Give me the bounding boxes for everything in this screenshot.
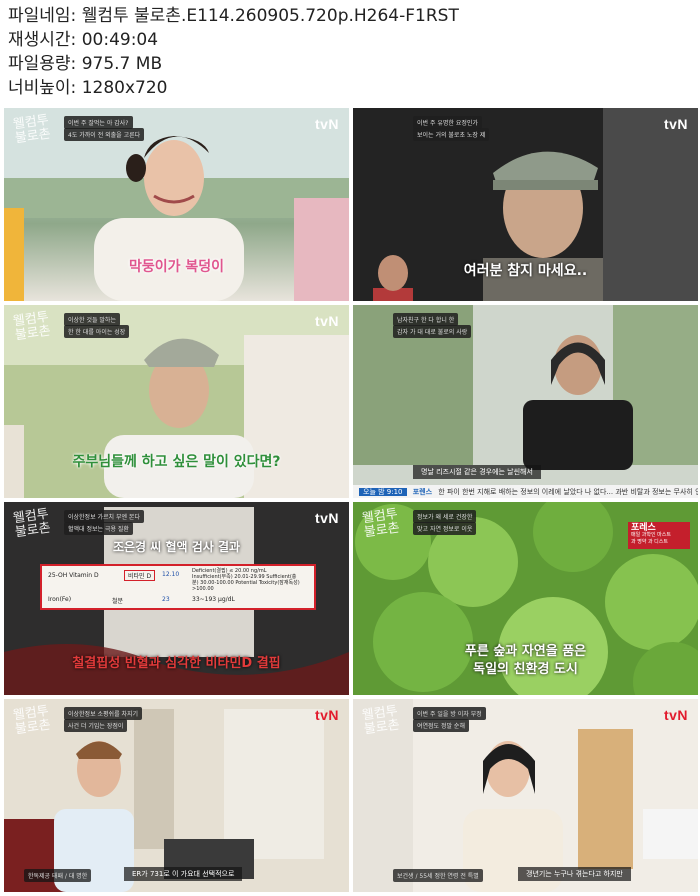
vitamin-row: 25-OH Vitamin D <box>48 572 99 579</box>
channel-logo: tvN <box>663 116 688 132</box>
thumbnail-7[interactable]: 웰컴투 불로촌 이상한정보 소평쉬를 차지기 사건 더 기입는 장점이 tvN 한… <box>4 699 349 892</box>
iron-tag: 철분 <box>112 598 124 605</box>
subtitle: 막둥이가 복덩이 <box>128 259 225 275</box>
duration-row: 재생시간: 00:49:04 <box>8 28 459 52</box>
file-name-row: 파일네임: 웰컴투 불로촌.E114.260905.720p.H264-F1RS… <box>8 4 459 28</box>
show-logo: 웰컴투 불로촌 <box>361 506 401 541</box>
show-logo: 웰컴투 불로촌 <box>12 112 52 147</box>
thumbnail-6[interactable]: 웰컴투 불로촌 정보가 왜 세로 건장한 맞고 자연 정보로 이웃 포레스 매일 … <box>353 502 698 695</box>
show-logo: 웰컴투 불로촌 <box>12 506 52 541</box>
channel-logo: tvN <box>314 510 339 526</box>
subtitle: 여러분 참지 마세요.. <box>463 263 588 279</box>
file-info: 파일네임: 웰컴투 불로촌.E114.260905.720p.H264-F1RS… <box>8 4 459 100</box>
iron-row: Iron(Fe) <box>48 596 72 603</box>
subtitle-line-2: 독일의 친환경 도시 <box>473 662 578 677</box>
vitamin-value: 12.10 <box>162 571 180 578</box>
info-chip-2: 보이는 거의 불로초 노장 제 <box>413 128 490 141</box>
channel-logo: tvN <box>314 116 339 132</box>
info-chip-2: 혈액대 정보는 극용 질환 <box>64 522 133 535</box>
speaker-tag: 한독제공 태패 / 대 명한 <box>24 869 92 882</box>
lab-result-panel: 25-OH Vitamin D 비타민 D 12.10 Deficient(결핍… <box>40 564 316 610</box>
info-chip-2: 한 한 대를 아이는 성장 <box>64 325 130 338</box>
iron-value: 23 <box>162 596 170 603</box>
info-chip-2: 여연점도 정말 순해 <box>413 719 469 732</box>
subtitle-line-1: 푸른 숲과 자연을 품은 <box>464 644 587 659</box>
ticker-brand: 포렌스 <box>412 488 433 496</box>
duration-value: 00:49:04 <box>81 30 159 50</box>
file-size-label: 파일용량: <box>8 54 77 74</box>
subtitle: 철결핍성 빈혈과 심각한 비타민D 결핍 <box>72 656 281 671</box>
duration-label: 재생시간: <box>8 30 77 50</box>
caption: ER가 731로 이 가요대 선택적으로 <box>124 867 243 881</box>
show-logo: 웰컴투 불로촌 <box>12 703 52 738</box>
ticker-label: 오늘 밤 9:10 <box>359 488 407 496</box>
badge-title: 포레스 <box>631 523 656 533</box>
resolution-value: 1280x720 <box>81 78 168 98</box>
info-chip-2: 맞고 자연 정보로 이웃 <box>413 522 477 535</box>
resolution-row: 너비높이: 1280x720 <box>8 76 459 100</box>
caption: 갱년기는 누구나 겪는다고 하지만 <box>518 867 631 881</box>
show-logo: 웰컴투 불로촌 <box>12 309 52 344</box>
resolution-label: 너비높이: <box>8 78 77 98</box>
news-ticker: 오늘 밤 9:10 포렌스 한 파이 한번 지해로 배하는 정보의 이레에 날았… <box>353 485 698 498</box>
channel-logo: tvN <box>314 707 339 723</box>
frame-8-illustration <box>353 699 698 892</box>
report-title: 조은경 씨 혈액 검사 결과 <box>112 540 241 554</box>
thumbnail-4[interactable]: 남자친구 한 다 합니 한 감자 가 대 대로 불로의 사랑 명날 리즈시절 같… <box>353 305 698 498</box>
speaker-tag: 보건생 / 55세 정한 연령 전 특별 <box>393 869 483 882</box>
thumbnail-3[interactable]: 웰컴투 불로촌 이상한 것들 말하는 한 한 대를 아이는 성장 tvN 주부님들… <box>4 305 349 498</box>
thumbnail-5[interactable]: 웰컴투 불로촌 이상한정보 가르치 부엔 본다 혈액대 정보는 극용 질환 tvN… <box>4 502 349 695</box>
thumbnail-2[interactable]: 이번 주 유명한 요정인가 보이는 거의 불로초 노장 제 tvN 여러분 참지… <box>353 108 698 301</box>
thumbnail-8[interactable]: 웰컴투 불로촌 이번 주 일을 방 이자 부정 여연점도 정말 순해 tvN 보건… <box>353 699 698 892</box>
ticker-text: 한 파이 한번 지해로 배하는 정보의 이레에 날았다 나 없다... 과반 비… <box>438 488 698 496</box>
badge-line-2: 과 명약 과 디스트 <box>631 539 668 545</box>
file-name-value: 웰컴투 불로촌.E114.260905.720p.H264-F1RST <box>81 6 459 26</box>
reference-note: Deficient(결핍) ≤ 20.00 ng/mL Insufficient… <box>192 568 300 592</box>
info-chip-2: 사건 더 기입는 장점이 <box>64 719 128 732</box>
iron-range: 33~193 μg/dL <box>192 596 235 603</box>
show-logo: 웰컴투 불로촌 <box>361 703 401 738</box>
file-name-label: 파일네임: <box>8 6 77 26</box>
frame-7-illustration <box>4 699 349 892</box>
channel-logo: tvN <box>663 707 688 723</box>
vitamin-label: 비타민 D <box>124 570 156 581</box>
info-chip-2: 감자 가 대 대로 불로의 사랑 <box>393 325 472 338</box>
info-chip-2: 4도 가까이 전 외출을 고른다 <box>64 128 145 141</box>
file-size-row: 파일용량: 975.7 MB <box>8 52 459 76</box>
subtitle: 주부님들께 하고 싶은 말이 있다면? <box>72 454 281 470</box>
file-size-value: 975.7 MB <box>81 54 163 74</box>
channel-logo: tvN <box>314 313 339 329</box>
badge-line-1: 매일 과학인 마스트 <box>631 532 671 538</box>
caption: 명날 리즈시절 같은 경우에는 날씬해서 <box>413 465 541 479</box>
sponsor-badge: 포레스 매일 과학인 마스트 과 명약 과 디스트 <box>628 522 690 549</box>
thumbnail-1[interactable]: 웰컴투 불로촌 이번 주 잘먹는 아 감사? 4도 가까이 전 외출을 고른다 t… <box>4 108 349 301</box>
